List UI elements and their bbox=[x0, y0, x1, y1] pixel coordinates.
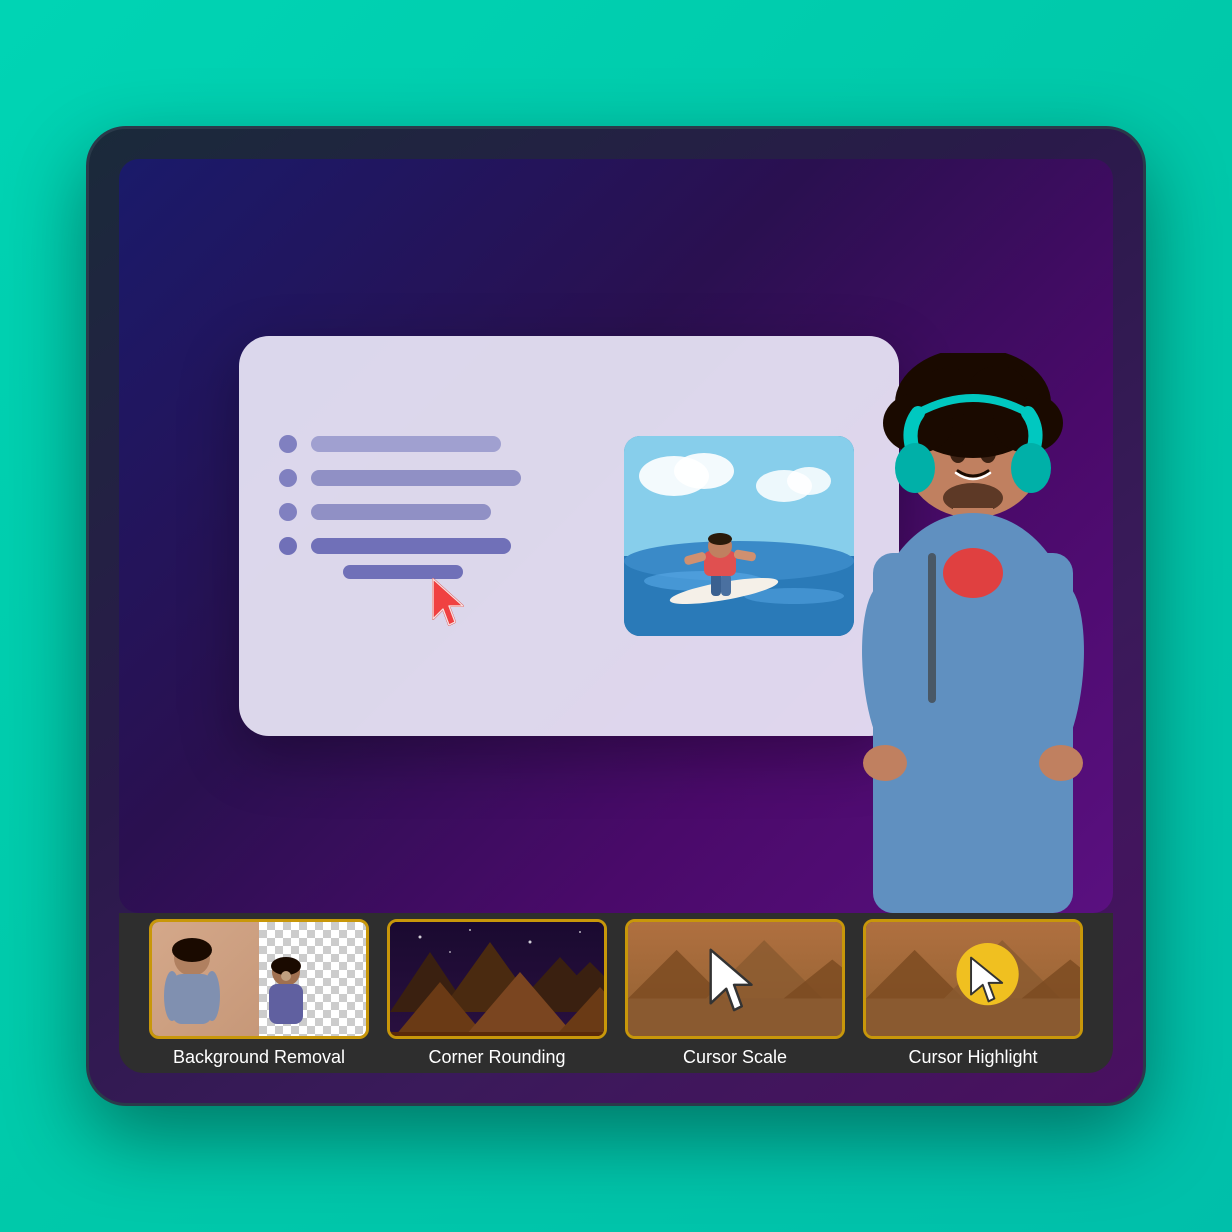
cursor-scale-preview bbox=[628, 922, 842, 1036]
list-bar-active bbox=[311, 538, 511, 554]
feature-cursor-scale[interactable]: Cursor Scale bbox=[625, 919, 845, 1068]
cursor-highlight-preview bbox=[866, 922, 1080, 1036]
list-dot bbox=[279, 503, 297, 521]
feature-cursor-highlight[interactable]: Cursor Highlight bbox=[863, 919, 1083, 1068]
person-cutout bbox=[773, 353, 1113, 913]
feature-toolbar: Background Removal bbox=[119, 913, 1113, 1073]
cursor-highlight-svg bbox=[866, 919, 1080, 1039]
background-removal-label: Background Removal bbox=[173, 1047, 345, 1068]
list-bar bbox=[311, 436, 501, 452]
list-section bbox=[279, 376, 589, 696]
person-thumb-icon bbox=[157, 936, 227, 1036]
list-dot bbox=[279, 435, 297, 453]
background-removal-thumbnail[interactable] bbox=[149, 919, 369, 1039]
feature-background-removal[interactable]: Background Removal bbox=[149, 919, 369, 1068]
list-dot bbox=[279, 469, 297, 487]
list-bar bbox=[311, 470, 521, 486]
cursor-highlight-label: Cursor Highlight bbox=[908, 1047, 1037, 1068]
list-dot-active bbox=[279, 537, 297, 555]
cursor-icon bbox=[429, 575, 477, 633]
mic-icon bbox=[261, 956, 311, 1036]
list-item-active bbox=[279, 537, 589, 555]
list-item bbox=[279, 503, 589, 521]
main-display bbox=[119, 159, 1113, 913]
cursor-scale-thumbnail[interactable] bbox=[625, 919, 845, 1039]
app-container: Background Removal bbox=[86, 126, 1146, 1106]
feature-corner-rounding[interactable]: Corner Rounding bbox=[387, 919, 607, 1068]
bg-removal-preview bbox=[152, 922, 366, 1036]
corner-rounding-preview bbox=[390, 922, 604, 1036]
list-item bbox=[279, 435, 589, 453]
cursor-scale-svg bbox=[628, 919, 842, 1039]
person-svg bbox=[773, 353, 1113, 913]
corner-rounding-thumbnail[interactable] bbox=[387, 919, 607, 1039]
cursor-overlay bbox=[429, 575, 589, 638]
mountain-scene-svg bbox=[390, 922, 604, 1036]
list-item bbox=[279, 469, 589, 487]
cursor-scale-label: Cursor Scale bbox=[683, 1047, 787, 1068]
corner-rounding-label: Corner Rounding bbox=[428, 1047, 565, 1068]
cursor-highlight-thumbnail[interactable] bbox=[863, 919, 1083, 1039]
list-bar bbox=[311, 504, 491, 520]
